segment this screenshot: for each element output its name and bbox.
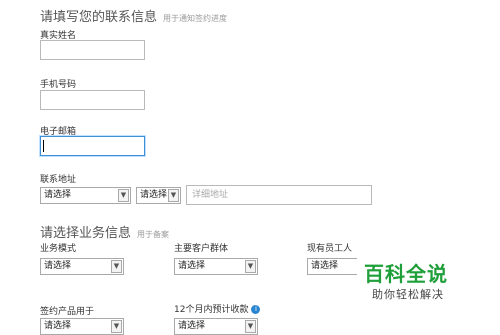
detail-address-input[interactable]: 详细地址 bbox=[186, 185, 372, 205]
customer-group-label: 主要客户群体 bbox=[174, 244, 229, 254]
product-use-label: 签约产品用于 bbox=[40, 307, 95, 317]
product-use-value: 请选择 bbox=[44, 321, 72, 331]
watermark-sub: 助你轻松解决 bbox=[372, 288, 444, 301]
staff-count-value: 请选择 bbox=[311, 261, 339, 271]
business-mode-label: 业务模式 bbox=[40, 244, 77, 254]
text-cursor bbox=[43, 140, 44, 152]
business-mode-value: 请选择 bbox=[44, 261, 72, 271]
chevron-down-icon: ▼ bbox=[111, 320, 122, 333]
email-input[interactable] bbox=[40, 136, 145, 156]
chevron-down-icon: ▼ bbox=[245, 260, 256, 273]
info-icon[interactable]: i bbox=[251, 305, 261, 314]
revenue-select[interactable]: 请选择 ▼ bbox=[174, 318, 258, 335]
revenue-label-wrap: 12个月内预计收款 i bbox=[174, 302, 261, 315]
phone-label: 手机号码 bbox=[40, 80, 77, 90]
business-mode-select[interactable]: 请选择 ▼ bbox=[40, 258, 124, 275]
phone-input[interactable] bbox=[40, 90, 145, 110]
chevron-down-icon: ▼ bbox=[118, 189, 129, 202]
contact-section-header: 请填写您的联系信息 用于通知签约进度 bbox=[40, 6, 227, 25]
chevron-down-icon: ▼ bbox=[111, 260, 122, 273]
staff-count-label: 现有员工人 bbox=[307, 244, 353, 254]
city-select-value: 请选择 bbox=[140, 190, 168, 200]
business-section-header: 请选择业务信息 用于备案 bbox=[40, 222, 169, 241]
product-use-select[interactable]: 请选择 ▼ bbox=[40, 318, 124, 335]
business-section-title: 请选择业务信息 bbox=[40, 226, 132, 241]
real-name-input[interactable] bbox=[40, 40, 145, 60]
contact-section-title: 请填写您的联系信息 bbox=[40, 10, 158, 25]
city-select[interactable]: 请选择 ▼ bbox=[136, 187, 181, 204]
revenue-label: 12个月内预计收款 bbox=[174, 305, 249, 315]
business-section-hint: 用于备案 bbox=[137, 230, 170, 239]
customer-group-value: 请选择 bbox=[178, 261, 206, 271]
revenue-value: 请选择 bbox=[178, 321, 206, 331]
detail-address-placeholder: 详细地址 bbox=[192, 190, 229, 200]
customer-group-select[interactable]: 请选择 ▼ bbox=[174, 258, 258, 275]
watermark-main: 百科全说 bbox=[364, 262, 448, 286]
address-label: 联系地址 bbox=[40, 175, 77, 185]
staff-count-select[interactable]: 请选择 bbox=[307, 258, 357, 275]
watermark: 百科全说 助你轻松解决 bbox=[360, 256, 480, 312]
province-select-value: 请选择 bbox=[44, 190, 72, 200]
chevron-down-icon: ▼ bbox=[245, 320, 256, 333]
chevron-down-icon: ▼ bbox=[168, 189, 179, 202]
contact-section-hint: 用于通知签约进度 bbox=[163, 14, 228, 23]
province-select[interactable]: 请选择 ▼ bbox=[40, 187, 131, 204]
